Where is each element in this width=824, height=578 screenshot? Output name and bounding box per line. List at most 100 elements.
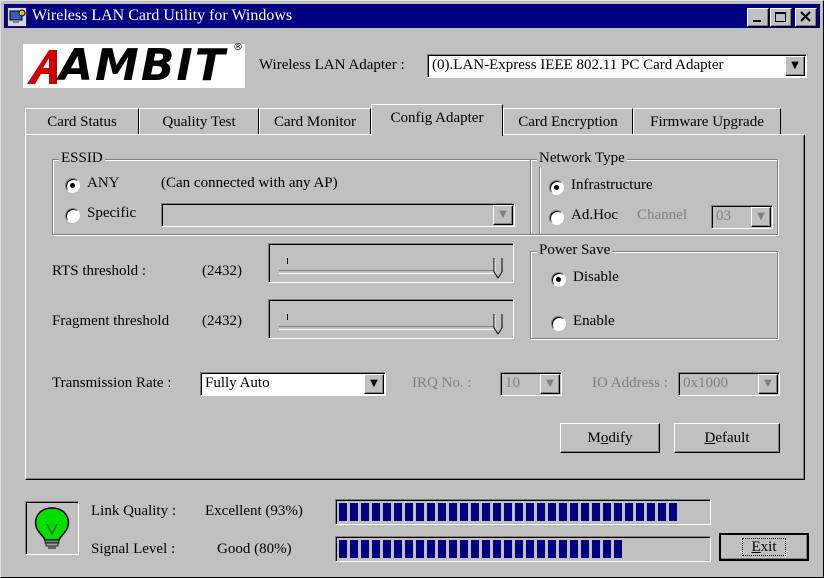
irq-select[interactable]: 10 ▼ (500, 372, 562, 396)
close-button[interactable] (795, 8, 817, 27)
io-address-select[interactable]: 0x1000 ▼ (678, 372, 780, 396)
fragment-label: Fragment threshold (52, 313, 170, 329)
signal-level-value: Good (80%) (217, 541, 292, 557)
ambit-logo: AMBIT ® (23, 40, 245, 91)
slider-thumb[interactable] (493, 258, 503, 280)
adapter-value: (0).LAN-Express IEEE 802.11 PC Card Adap… (432, 57, 724, 73)
transmission-rate-select[interactable]: Fully Auto ▼ (200, 372, 386, 396)
bar-segment (449, 540, 457, 558)
bar-segment (493, 503, 501, 521)
adhoc-label[interactable]: Ad.Hoc (571, 207, 618, 224)
essid-specific-label[interactable]: Specific (87, 205, 136, 222)
status-bulb-frame (25, 501, 79, 555)
chevron-down-icon[interactable]: ▼ (540, 374, 560, 394)
slider-tick (287, 258, 288, 264)
irq-value: 10 (505, 375, 520, 391)
bar-segment (416, 540, 424, 558)
fragment-value: (2432) (202, 313, 242, 329)
slider-thumb[interactable] (493, 314, 503, 336)
essid-specific-radio[interactable] (65, 208, 80, 223)
bar-segment (581, 503, 589, 521)
tab-quality-test[interactable]: Quality Test (139, 108, 259, 135)
app-icon[interactable] (7, 7, 27, 27)
bar-segment (493, 540, 501, 558)
power-save-title: Power Save (537, 242, 613, 259)
bar-segment (570, 540, 578, 558)
bar-segment (647, 503, 655, 521)
bar-segment (636, 503, 644, 521)
tab-card-status[interactable]: Card Status (25, 108, 139, 135)
logo-text: AMBIT (59, 40, 227, 91)
logo-registered-mark: ® (233, 42, 243, 53)
transmission-rate-label: Transmission Rate : (52, 375, 172, 391)
bar-segment (460, 540, 468, 558)
essid-any-note: (Can connected with any AP) (161, 175, 338, 191)
irq-label: IRQ No. : (412, 375, 472, 391)
essid-any-label[interactable]: ANY (87, 175, 120, 192)
tab-card-monitor[interactable]: Card Monitor (259, 108, 371, 135)
fragment-slider[interactable] (268, 299, 514, 339)
bar-segment (482, 503, 490, 521)
bar-segment (394, 503, 402, 521)
minimize-button[interactable] (747, 8, 769, 27)
chevron-down-icon[interactable]: ▼ (751, 207, 771, 227)
adhoc-radio[interactable] (549, 210, 564, 225)
essid-any-radio[interactable] (65, 178, 80, 193)
bar-segment (603, 503, 611, 521)
bar-segment (361, 540, 369, 558)
slider-track (279, 270, 503, 274)
infrastructure-label[interactable]: Infrastructure (571, 177, 653, 194)
power-disable-label[interactable]: Disable (573, 269, 619, 286)
rts-slider[interactable] (268, 243, 514, 283)
bar-segment (427, 540, 435, 558)
bar-segment (482, 540, 490, 558)
chevron-down-icon[interactable]: ▼ (364, 374, 384, 394)
channel-value: 03 (716, 208, 731, 224)
channel-select[interactable]: 03 ▼ (711, 205, 773, 229)
chevron-down-icon[interactable]: ▼ (758, 374, 778, 394)
title-bar[interactable]: Wireless LAN Card Utility for Windows (4, 4, 820, 28)
chevron-down-icon[interactable]: ▼ (785, 56, 805, 76)
bar-segment (526, 540, 534, 558)
link-quality-bar (335, 499, 711, 525)
power-enable-label[interactable]: Enable (573, 313, 615, 330)
tab-config-adapter[interactable]: Config Adapter (371, 104, 503, 136)
bar-segment (350, 540, 358, 558)
bar-segment (592, 540, 600, 558)
bar-segment (504, 503, 512, 521)
network-type-title: Network Type (537, 150, 627, 167)
tab-firmware-upgrade[interactable]: Firmware Upgrade (633, 108, 781, 135)
bar-segment (592, 503, 600, 521)
network-type-group: Network Type Infrastructure Ad.Hoc Chann… (530, 150, 778, 235)
window-title: Wireless LAN Card Utility for Windows (32, 7, 293, 24)
chevron-down-icon[interactable]: ▼ (493, 205, 513, 225)
modify-button[interactable]: Modify (560, 423, 660, 453)
bar-segment (515, 503, 523, 521)
adapter-select[interactable]: (0).LAN-Express IEEE 802.11 PC Card Adap… (427, 54, 807, 78)
exit-button[interactable]: Exit (719, 533, 809, 561)
bar-segment (460, 503, 468, 521)
exit-label: Exit (742, 538, 786, 556)
bar-segment (537, 540, 545, 558)
essid-specific-select[interactable]: ▼ (161, 203, 515, 227)
power-enable-radio[interactable] (551, 316, 566, 331)
infrastructure-radio[interactable] (549, 180, 564, 195)
bar-segment (625, 503, 633, 521)
slider-track (279, 326, 503, 330)
link-quality-label: Link Quality : (91, 503, 176, 519)
bar-segment (471, 503, 479, 521)
bar-segment (383, 540, 391, 558)
bar-segment (438, 540, 446, 558)
rts-label: RTS threshold : (52, 263, 147, 279)
power-save-group: Power Save Disable Enable (530, 242, 778, 339)
bar-segment (559, 540, 567, 558)
power-disable-radio[interactable] (551, 272, 566, 287)
bar-segment (339, 540, 347, 558)
io-address-value: 0x1000 (683, 375, 728, 391)
maximize-button[interactable] (770, 8, 792, 27)
bar-segment (526, 503, 534, 521)
tab-card-encryption[interactable]: Card Encryption (503, 108, 633, 135)
bar-segment (416, 503, 424, 521)
default-button[interactable]: Default (674, 423, 780, 453)
bar-segment (504, 540, 512, 558)
